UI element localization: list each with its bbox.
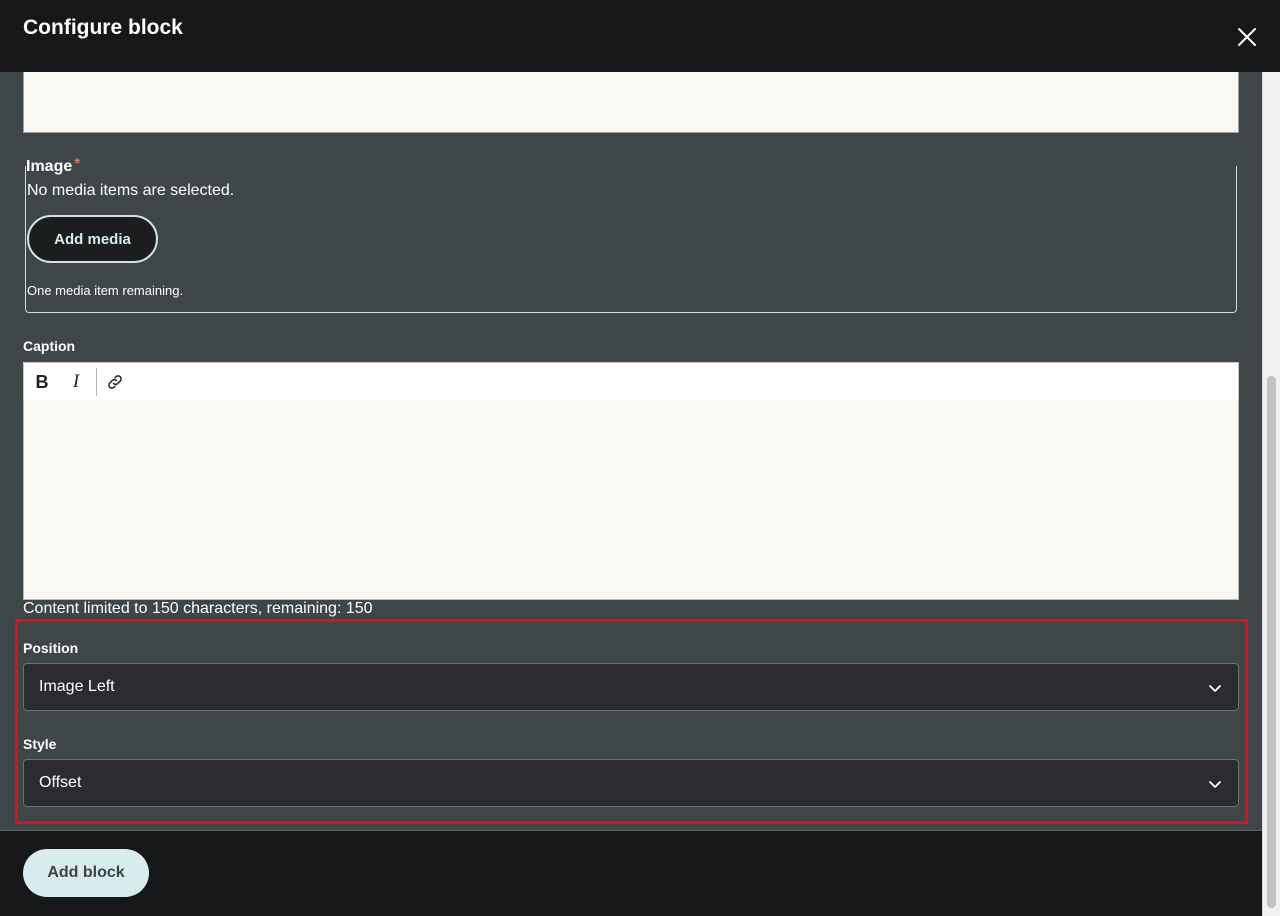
chevron-down-icon (1209, 685, 1221, 692)
character-limit-note: Content limited to 150 characters, remai… (23, 600, 373, 617)
dialog-content: Image * No media items are selected. Add … (0, 72, 1262, 830)
required-marker: * (74, 155, 81, 172)
dialog-title: Configure block (23, 16, 183, 39)
position-selected-value: Image Left (39, 678, 115, 695)
dialog-footer: Add block (0, 830, 1262, 916)
link-button[interactable] (102, 369, 128, 395)
caption-label: Caption (23, 338, 76, 354)
close-icon (1238, 28, 1256, 46)
position-label: Position (23, 640, 79, 656)
previous-text-field[interactable] (23, 72, 1239, 133)
scrollbar[interactable] (1262, 72, 1280, 916)
image-label: Image * (26, 155, 81, 176)
add-media-button[interactable]: Add media (27, 215, 158, 263)
bold-button[interactable]: B (29, 369, 55, 395)
style-label: Style (23, 736, 57, 752)
add-block-button[interactable]: Add block (23, 849, 149, 897)
toolbar-separator (96, 368, 97, 396)
scrollbar-thumb[interactable] (1267, 376, 1276, 908)
editor-toolbar: B I (23, 362, 1239, 401)
chevron-down-icon (1209, 781, 1221, 788)
style-selected-value: Offset (39, 774, 82, 791)
style-select[interactable]: Offset (23, 759, 1239, 807)
no-media-text: No media items are selected. (27, 182, 235, 199)
close-button[interactable] (1234, 24, 1260, 50)
image-label-text: Image (26, 158, 73, 175)
italic-button[interactable]: I (63, 369, 89, 395)
position-select[interactable]: Image Left (23, 663, 1239, 711)
link-icon (108, 375, 122, 389)
caption-editor[interactable] (23, 400, 1239, 600)
dialog-titlebar: Configure block (0, 0, 1280, 72)
media-remaining-note: One media item remaining. (27, 283, 184, 298)
